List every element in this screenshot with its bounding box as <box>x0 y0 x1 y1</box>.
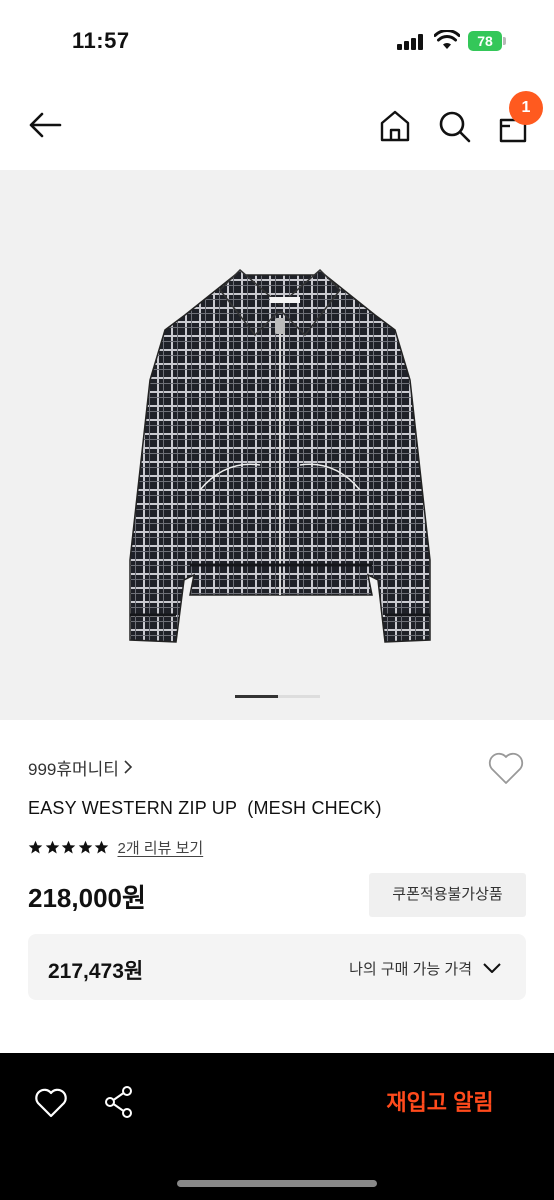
home-indicator <box>177 1180 377 1187</box>
top-navigation: 1 <box>0 80 554 170</box>
search-icon[interactable] <box>436 108 472 144</box>
brand-name: 999휴머니티 <box>28 759 119 779</box>
status-bar: 11:57 78 <box>0 0 554 80</box>
cart-count-badge[interactable]: 1 <box>509 91 543 125</box>
product-title: EASY WESTERN ZIP UP (MESH CHECK) <box>28 798 382 818</box>
my-price-label: 나의 구매 가능 가격 <box>349 961 472 978</box>
star-icon <box>28 840 43 853</box>
rating-stars <box>28 840 111 855</box>
my-price-value: 217,473원 <box>48 960 144 983</box>
star-icon <box>45 840 59 853</box>
status-time: 11:57 <box>72 28 130 53</box>
wifi-icon <box>434 30 460 49</box>
star-icon <box>78 840 92 853</box>
heart-icon[interactable] <box>34 1087 68 1119</box>
coupon-badge: 쿠폰적용불가상품 <box>369 873 526 917</box>
product-image <box>129 268 431 643</box>
share-icon[interactable] <box>103 1085 135 1119</box>
rating-row: 2개 리뷰 보기 <box>28 836 203 858</box>
heart-icon[interactable] <box>487 750 525 786</box>
restock-alert-button[interactable]: 재입고 알림 <box>352 1083 528 1123</box>
chevron-down-icon <box>483 963 501 973</box>
my-price-dropdown[interactable]: 217,473원 나의 구매 가능 가격 <box>28 934 526 1000</box>
battery-level: 78 <box>468 31 502 51</box>
carousel-pager-active <box>235 695 278 698</box>
carousel-pager <box>235 695 320 698</box>
chevron-right-icon <box>124 760 133 774</box>
battery-icon: 78 <box>468 31 506 51</box>
bottom-action-bar: 재입고 알림 <box>0 1053 554 1200</box>
brand-link[interactable]: 999휴머니티 <box>28 754 133 780</box>
arrow-left-icon[interactable] <box>26 106 64 144</box>
product-image-carousel[interactable] <box>0 170 554 720</box>
star-icon <box>61 840 76 853</box>
home-icon[interactable] <box>377 108 413 144</box>
signal-icon <box>397 34 425 50</box>
star-icon <box>94 840 109 853</box>
product-price: 218,000원 <box>28 883 146 913</box>
review-link[interactable]: 2개 리뷰 보기 <box>118 837 204 858</box>
